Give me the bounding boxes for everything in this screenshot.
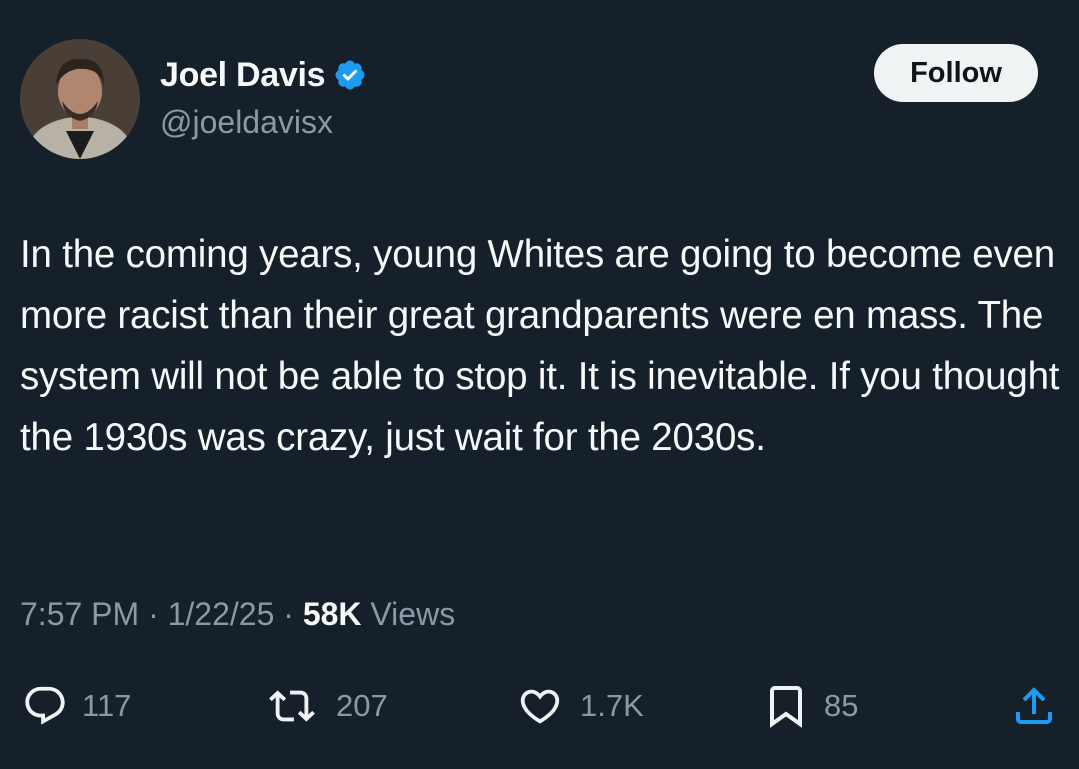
verified-badge-icon[interactable] <box>333 58 367 92</box>
bookmark-count: 85 <box>824 688 859 723</box>
avatar-portrait-icon <box>20 39 140 159</box>
repost-button[interactable]: 207 <box>262 676 388 736</box>
bookmark-icon <box>770 686 802 728</box>
reply-icon <box>25 686 65 725</box>
repost-icon <box>269 690 315 722</box>
like-button[interactable]: 1.7K <box>514 676 644 736</box>
like-count: 1.7K <box>580 688 644 723</box>
avatar[interactable] <box>20 39 140 159</box>
author-display-name[interactable]: Joel Davis <box>160 56 326 95</box>
follow-button[interactable]: Follow <box>874 44 1038 102</box>
author-handle[interactable]: @joeldavisx <box>160 104 333 141</box>
tweet-meta: 7:57 PM · 1/22/25 · 58K Views <box>20 596 455 633</box>
action-bar: 117 207 1.7K 85 <box>0 676 1079 736</box>
tweet-text: In the coming years, young Whites are go… <box>20 233 1070 459</box>
reply-button[interactable]: 117 <box>22 676 131 736</box>
bookmark-button[interactable]: 85 <box>762 676 858 736</box>
views-label: Views <box>370 596 456 632</box>
author-name-row: Joel Davis <box>160 52 367 98</box>
tweet-card: Joel Davis @joeldavisx Follow In the com… <box>0 0 1079 769</box>
reply-count: 117 <box>82 688 132 723</box>
meta-separator: · <box>148 596 159 632</box>
tweet-time[interactable]: 7:57 PM <box>20 596 139 632</box>
heart-icon <box>520 689 560 724</box>
repost-count: 207 <box>336 688 388 723</box>
tweet-date[interactable]: 1/22/25 <box>168 596 275 632</box>
views-count: 58K <box>302 596 362 632</box>
meta-separator: · <box>283 596 294 632</box>
share-icon <box>1016 687 1052 724</box>
share-button[interactable] <box>1010 676 1058 736</box>
